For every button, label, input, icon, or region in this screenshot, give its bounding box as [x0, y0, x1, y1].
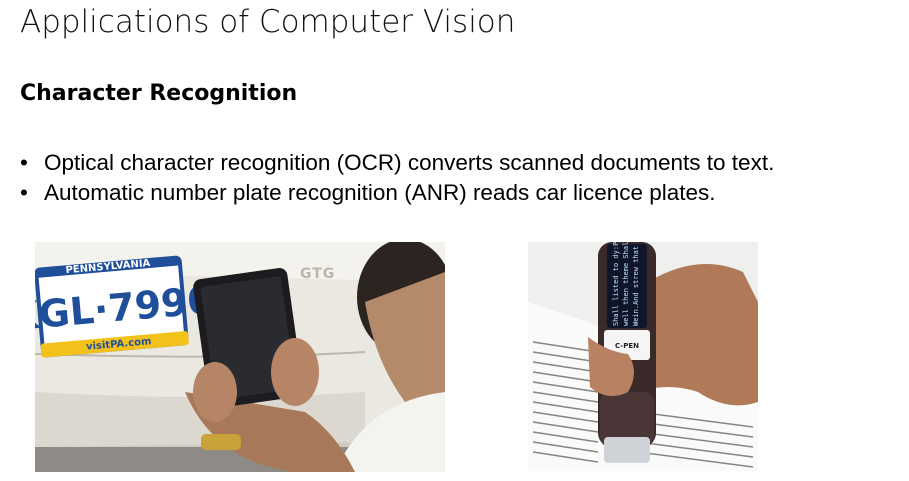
photo-ocr-pen-scan: Shall listed to dy:Pz well then theme Sh… — [528, 242, 758, 471]
ocr-pen-illustration: Shall listed to dy:Pz well then theme Sh… — [528, 242, 758, 471]
bullet-list: Optical character recognition (OCR) conv… — [20, 148, 774, 208]
pen-screen-line-1: Shall listed to dy:Pz — [612, 242, 620, 326]
car-badge: GTG — [300, 266, 335, 282]
pen-brand: C-PEN — [615, 342, 639, 350]
pen-screen-line-2: well then theme Shall — [622, 242, 630, 326]
licence-plate-illustration: PENNSYLVANIA KGL·7990 visitPA.com GTG — [35, 242, 445, 472]
bullet-anr: Automatic number plate recognition (ANR)… — [20, 178, 774, 208]
pen-screen-line-3: Wein.And strew that — [632, 246, 640, 326]
photo-licence-plate-scan: PENNSYLVANIA KGL·7990 visitPA.com GTG — [35, 242, 445, 472]
slide-title: Applications of Computer Vision — [20, 4, 516, 40]
bullet-ocr: Optical character recognition (OCR) conv… — [20, 148, 774, 178]
section-heading: Character Recognition — [20, 81, 298, 106]
